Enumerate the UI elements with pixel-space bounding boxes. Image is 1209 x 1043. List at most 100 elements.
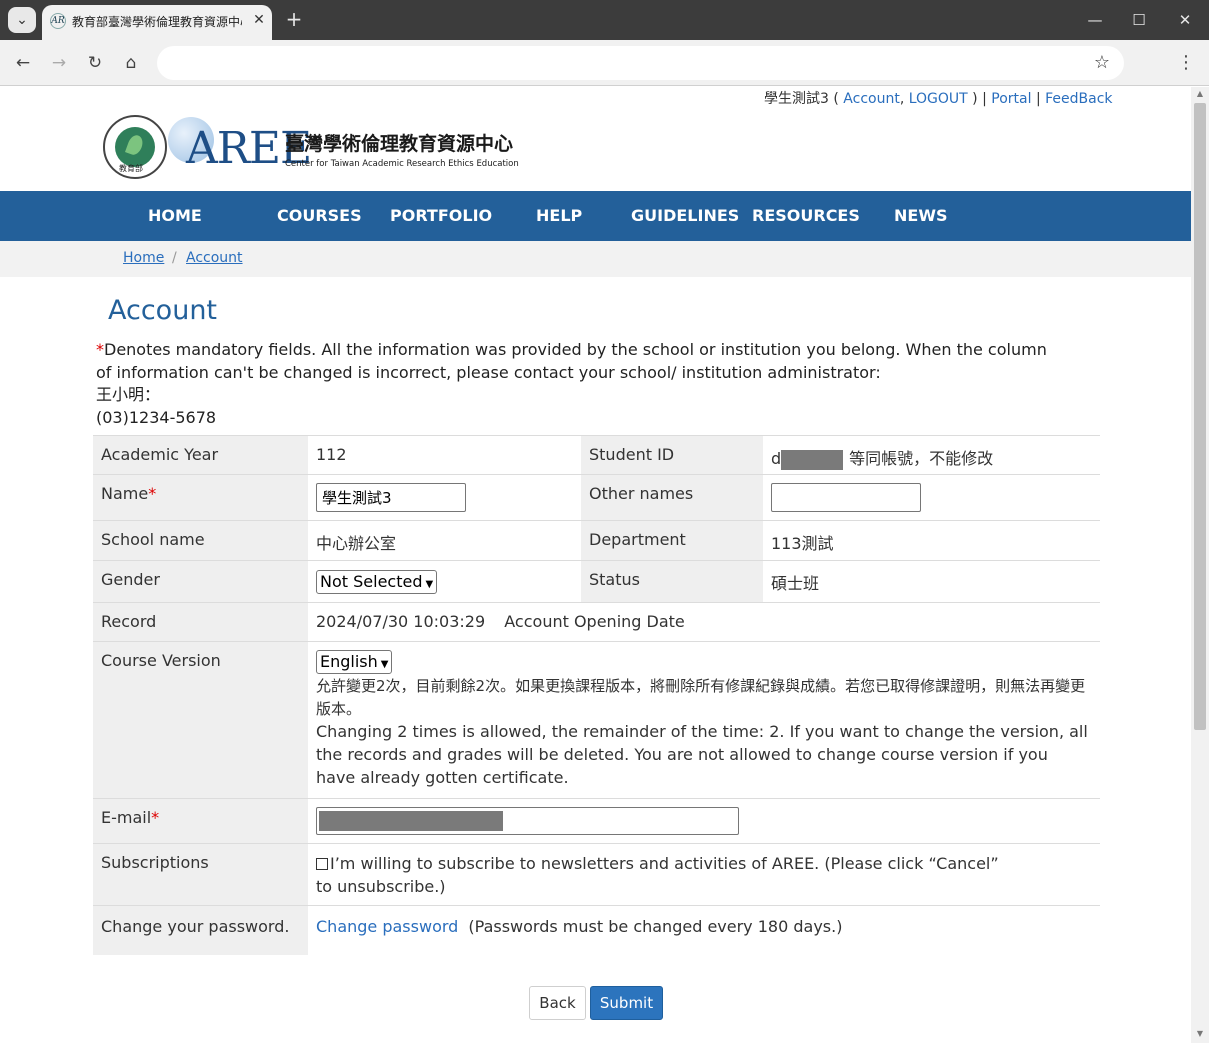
required-asterisk: *	[151, 808, 160, 827]
page-viewport: 學生測試3 ( Account, LOGOUT ) | Portal | Fee…	[0, 87, 1191, 1043]
scroll-down-icon[interactable]: ▼	[1191, 1029, 1209, 1041]
gender-select[interactable]: Not Selected ▼	[316, 570, 438, 594]
username: 學生測試3	[764, 91, 829, 107]
name-input[interactable]: 學生測試3	[316, 483, 466, 512]
admin-contact-phone: (03)1234-5678	[96, 407, 217, 427]
gender-selected: Not Selected	[320, 572, 423, 591]
submit-button[interactable]: Submit	[590, 986, 663, 1020]
breadcrumb: Home / Account	[0, 241, 1191, 277]
page-title: Account	[108, 295, 218, 326]
school-label: School name	[93, 521, 308, 560]
browser-menu-icon[interactable]: ⋮	[1176, 50, 1196, 76]
student-id-value: d 等同帳號，不能修改	[763, 436, 1001, 470]
scroll-up-icon[interactable]: ▲	[1191, 89, 1209, 101]
gender-label: Gender	[93, 561, 308, 602]
account-link[interactable]: Account	[843, 91, 900, 107]
scroll-thumb[interactable]	[1194, 103, 1206, 730]
subscriptions-cell: I’m willing to subscribe to newsletters …	[308, 844, 1008, 898]
ministry-of-education-logo[interactable]: 教育部	[103, 115, 167, 179]
logout-link[interactable]: LOGOUT	[909, 91, 968, 107]
aree-english-name: Center for Taiwan Academic Research Ethi…	[285, 159, 519, 169]
course-version-note-cn: 允許變更2次，目前剩餘2次。如果更換課程版本，將刪除所有修課紀錄與成績。若您已取…	[316, 677, 1086, 718]
form-row-email: E-mail*	[93, 798, 1100, 843]
bookmark-star-icon[interactable]: ☆	[1094, 51, 1110, 75]
main-nav: HOME COURSES PORTFOLIO HELP GUIDELINES R…	[0, 191, 1191, 241]
tab-close-icon[interactable]: ✕	[249, 10, 269, 30]
moe-emblem	[115, 127, 155, 167]
forward-arrow-icon[interactable]: →	[46, 50, 72, 76]
nav-news[interactable]: NEWS	[894, 191, 948, 241]
name-label-text: Name	[101, 484, 149, 503]
userbar-comma: ,	[899, 91, 909, 107]
notice-text: Denotes mandatory fields. All the inform…	[96, 340, 1047, 382]
aree-favicon-icon: AR	[50, 13, 66, 29]
userbar-paren: (	[828, 91, 844, 107]
admin-contact-name: 王小明：	[96, 385, 161, 404]
redacted-block	[781, 449, 844, 470]
account-form: Academic Year 112 Student ID d 等同帳號，不能修改 …	[93, 435, 1100, 955]
sprout-icon	[125, 133, 145, 157]
academic-year-label: Academic Year	[93, 436, 308, 474]
mandatory-notice: *Denotes mandatory fields. All the infor…	[96, 339, 1056, 429]
back-button[interactable]: Back	[529, 986, 586, 1020]
form-row-name: Name* 學生測試3 Other names	[93, 474, 1100, 520]
password-label: Change your password.	[93, 906, 308, 955]
status-label: Status	[581, 561, 763, 602]
email-input[interactable]	[316, 807, 739, 835]
name-label: Name*	[93, 475, 308, 520]
course-version-select[interactable]: English ▼	[316, 650, 393, 674]
nav-resources[interactable]: RESOURCES	[752, 191, 860, 241]
browser-tab[interactable]: AR 教育部臺灣學術倫理教育資源中心 ✕	[42, 5, 272, 40]
record-note: Account Opening Date	[504, 612, 685, 631]
chevron-down-icon: ⌄	[16, 12, 28, 28]
browser-toolbar: ← → ↻ ⌂ ☆ ⋮	[0, 40, 1209, 86]
other-names-cell	[763, 475, 929, 516]
back-arrow-icon[interactable]: ←	[10, 50, 36, 76]
nav-help[interactable]: HELP	[536, 191, 582, 241]
aree-chinese-name: 臺灣學術倫理教育資源中心	[285, 133, 514, 155]
course-version-cell: English ▼ 允許變更2次，目前剩餘2次。如果更換課程版本，將刪除所有修課紀…	[308, 642, 1100, 789]
feedback-link[interactable]: FeedBack	[1045, 91, 1112, 107]
tab-title: 教育部臺灣學術倫理教育資源中心	[72, 15, 242, 29]
subscribe-checkbox[interactable]	[316, 858, 328, 870]
form-row-school: School name 中心辦公室 Department 113測試	[93, 520, 1100, 560]
breadcrumb-home[interactable]: Home	[123, 250, 164, 266]
form-row-password: Change your password. Change password (P…	[93, 905, 1100, 955]
reload-icon[interactable]: ↻	[82, 50, 108, 76]
aree-logo[interactable]: AREE 臺灣學術倫理教育資源中心 Center for Taiwan Acad…	[168, 117, 528, 181]
portal-link[interactable]: Portal	[991, 91, 1031, 107]
record-value: 2024/07/30 10:03:29 Account Opening Date	[308, 603, 693, 631]
record-datetime: 2024/07/30 10:03:29	[316, 612, 486, 631]
page-scrollbar[interactable]: ▲ ▼	[1191, 87, 1209, 1043]
form-row-gender: Gender Not Selected ▼ Status 碩士班	[93, 560, 1100, 602]
home-icon[interactable]: ⌂	[118, 50, 144, 76]
department-label: Department	[581, 521, 763, 560]
nav-guidelines[interactable]: GUIDELINES	[631, 191, 739, 241]
nav-courses[interactable]: COURSES	[277, 191, 362, 241]
other-names-input[interactable]	[771, 483, 921, 512]
change-password-link[interactable]: Change password	[316, 917, 458, 936]
address-bar[interactable]: ☆	[157, 46, 1124, 80]
tab-search-button[interactable]: ⌄	[8, 7, 36, 33]
maximize-icon[interactable]: ☐	[1124, 6, 1154, 34]
redacted-email	[319, 811, 503, 831]
department-value: 113測試	[771, 534, 834, 553]
nav-home[interactable]: HOME	[148, 191, 202, 241]
breadcrumb-account[interactable]: Account	[186, 250, 243, 266]
form-row-academic-year: Academic Year 112 Student ID d 等同帳號，不能修改	[93, 435, 1100, 474]
email-label: E-mail*	[93, 799, 308, 843]
subscriptions-text: I’m willing to subscribe to newsletters …	[316, 854, 999, 896]
form-row-record: Record 2024/07/30 10:03:29 Account Openi…	[93, 602, 1100, 641]
student-id-label: Student ID	[581, 436, 763, 474]
new-tab-button[interactable]: +	[282, 6, 306, 32]
other-names-label: Other names	[581, 475, 763, 520]
chevron-down-icon: ▼	[380, 659, 389, 670]
window-close-icon[interactable]: ✕	[1170, 6, 1200, 34]
nav-portfolio[interactable]: PORTFOLIO	[390, 191, 492, 241]
minimize-icon[interactable]: —	[1080, 6, 1110, 34]
course-version-selected: English	[320, 652, 378, 671]
breadcrumb-separator: /	[172, 250, 177, 266]
record-label: Record	[93, 603, 308, 641]
form-row-course-version: Course Version English ▼ 允許變更2次，目前剩餘2次。如果…	[93, 641, 1100, 798]
subscriptions-label: Subscriptions	[93, 844, 308, 905]
